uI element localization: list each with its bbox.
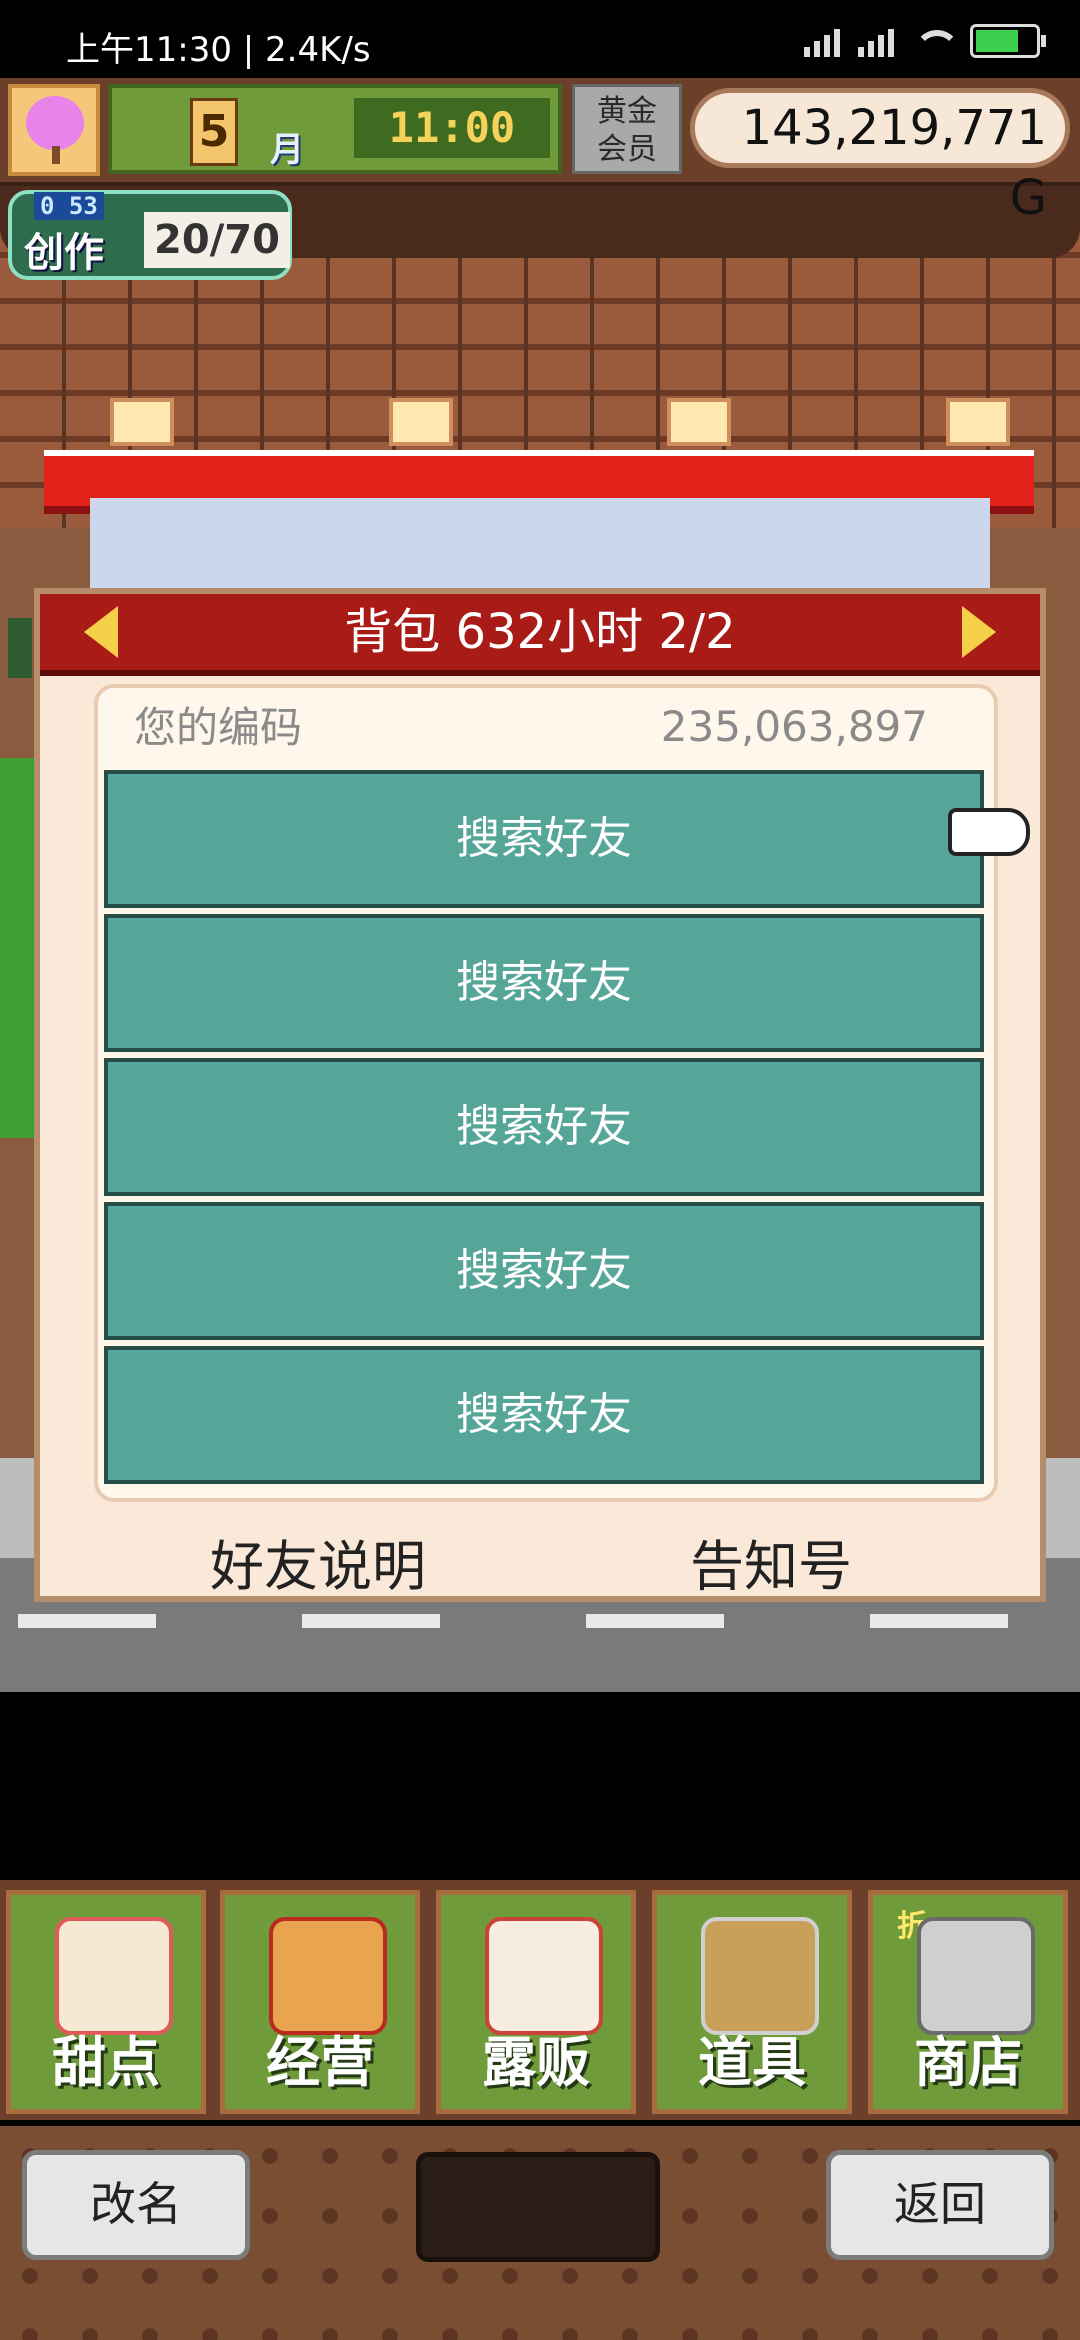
arrow-right-icon[interactable] [962,606,996,658]
search-friend-button[interactable]: 搜索好友 [104,1346,984,1484]
menu-manage[interactable]: 经营 [220,1890,420,2114]
menu-items[interactable]: 道具 [652,1890,852,2114]
hd-signal-icon [804,25,840,57]
create-label: 创作 [24,230,104,276]
gold-member-badge[interactable]: 黄金 会员 [572,84,682,174]
menu-food-truck[interactable]: 露贩 [436,1890,636,2114]
search-friend-button[interactable]: 搜索好友 [104,770,984,908]
street-lamp [8,618,32,678]
game-clock: 11:00 [354,98,550,158]
return-button[interactable]: 返回 [826,2150,1054,2260]
month-number: 5 [190,98,238,166]
roof-lights [110,398,1010,446]
friend-list: 搜索好友 搜索好友 搜索好友 搜索好友 搜索好友 [104,770,984,1490]
dialog-footer: 好友说明 告知号 [40,1522,1040,1602]
your-code-value: 235,063,897 [660,702,928,751]
status-time: 上午11:30 | 2.4K/s [66,30,371,70]
create-small-counter: 0 53 [34,192,104,220]
money-counter: 143,219,771 G [690,88,1070,226]
pointing-hand-icon [948,808,1030,856]
menu-store[interactable]: 折 商店 [868,1890,1068,2114]
top-hud: 5 月 11:00 黄金 会员 143,219,771 G [0,78,1080,226]
status-icons [804,24,1046,58]
bottom-menu: 甜点 经营 露贩 道具 折 商店 [0,1880,1080,2120]
search-friend-button[interactable]: 搜索好友 [104,1202,984,1340]
date-time-panel: 5 月 11:00 [108,84,562,174]
bottom-bar: 改名 返回 [0,2126,1080,2340]
notify-number-button[interactable]: 告知号 [690,1522,852,1601]
friends-dialog: 背包 632小时 2/2 您的编码 235,063,897 搜索好友 搜索好友 … [34,588,1046,1602]
dialog-title: 背包 632小时 2/2 [344,604,736,660]
search-friend-button[interactable]: 搜索好友 [104,1058,984,1196]
dialog-title-bar: 背包 632小时 2/2 [40,594,1040,676]
create-count: 20/70 [144,212,290,268]
avatar-tree-icon[interactable] [8,84,100,176]
create-badge[interactable]: 0 53 创作 20/70 [8,190,292,280]
menu-dessert[interactable]: 甜点 [6,1890,206,2114]
menu-label: 露贩 [482,2031,590,2094]
menu-label: 商店 [914,2031,1022,2094]
rename-button[interactable]: 改名 [22,2150,250,2260]
arrow-left-icon[interactable] [84,606,118,658]
your-code-label: 您的编码 [134,703,303,752]
gold-member-line2: 会员 [597,132,657,167]
month-label: 月 [270,130,304,170]
center-slot [416,2152,660,2262]
gold-member-line1: 黄金 [597,94,657,129]
wifi-icon [912,26,960,56]
menu-label: 道具 [698,2031,806,2094]
hd-signal-icon [858,25,894,57]
search-friend-button[interactable]: 搜索好友 [104,914,984,1052]
status-bar: 上午11:30 | 2.4K/s [0,0,1080,78]
menu-label: 甜点 [52,2031,160,2094]
battery-charging-icon [970,24,1046,58]
menu-label: 经营 [266,2031,374,2094]
friend-info-button[interactable]: 好友说明 [210,1522,426,1601]
